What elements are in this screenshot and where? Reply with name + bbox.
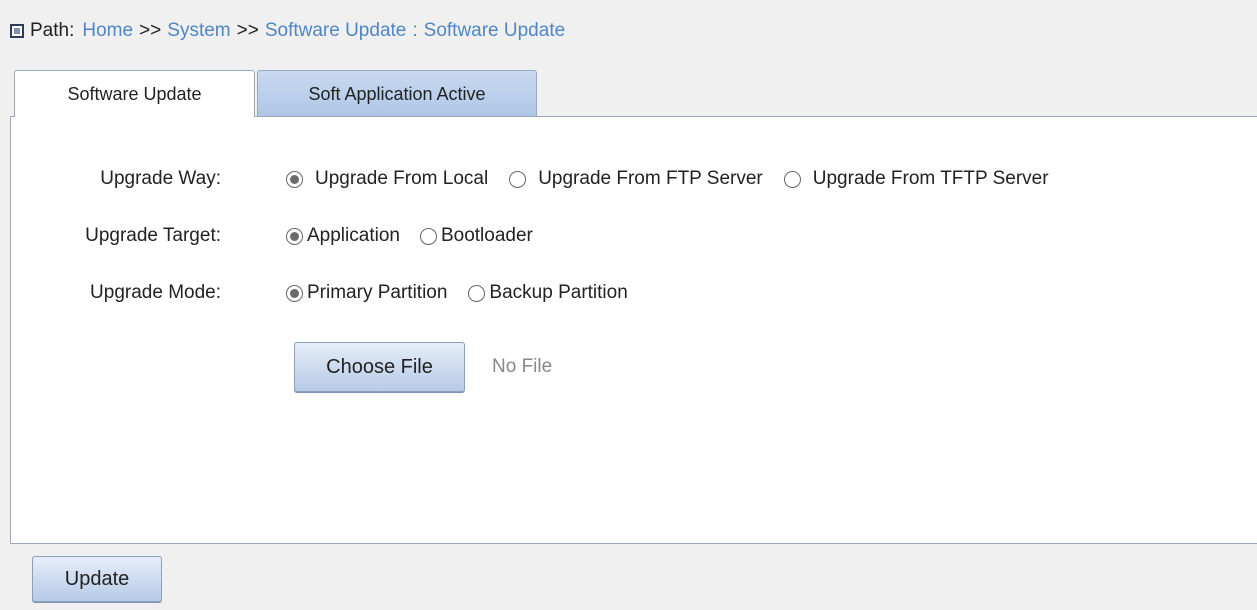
choose-file-button[interactable]: Choose File	[294, 342, 465, 392]
file-status-text: No File	[492, 356, 553, 377]
breadcrumb: Path: Home >> System >> Software Update …	[10, 20, 565, 42]
bootloader-radio[interactable]	[419, 227, 437, 245]
tab-soft-application-active[interactable]: Soft Application Active	[257, 70, 537, 117]
breadcrumb-current-page[interactable]: Software Update	[424, 20, 566, 42]
upgrade-from-ftp-label: Upgrade From FTP Server	[538, 168, 763, 189]
upgrade-target-options: Application Bootloader	[286, 225, 533, 247]
upgrade-mode-options: Primary Partition Backup Partition	[286, 282, 628, 304]
upgrade-from-tftp-radio[interactable]	[783, 170, 801, 188]
tab-software-update[interactable]: Software Update	[14, 70, 255, 117]
breadcrumb-separator: >>	[139, 20, 162, 41]
primary-partition-option[interactable]: Primary Partition	[286, 282, 447, 304]
breadcrumb-label: Path:	[30, 20, 75, 41]
tab-bar: Software Update Soft Application Active	[14, 70, 537, 117]
breadcrumb-system-link[interactable]: System	[167, 20, 230, 42]
upgrade-from-tftp-label: Upgrade From TFTP Server	[812, 168, 1049, 189]
upgrade-target-label: Upgrade Target:	[85, 225, 221, 246]
upgrade-from-local-label: Upgrade From Local	[315, 168, 489, 189]
upgrade-from-ftp-option[interactable]: Upgrade From FTP Server	[509, 168, 763, 190]
upgrade-way-options: Upgrade From Local Upgrade From FTP Serv…	[286, 168, 1049, 190]
upgrade-way-label: Upgrade Way:	[100, 168, 221, 189]
upgrade-mode-label: Upgrade Mode:	[90, 282, 221, 303]
application-option[interactable]: Application	[286, 225, 400, 247]
breadcrumb-colon: :	[412, 20, 418, 41]
upgrade-from-tftp-option[interactable]: Upgrade From TFTP Server	[783, 168, 1049, 190]
breadcrumb-separator: >>	[236, 20, 259, 41]
path-square-icon	[10, 24, 24, 38]
application-label: Application	[307, 225, 400, 246]
breadcrumb-home-link[interactable]: Home	[82, 20, 133, 42]
backup-partition-option[interactable]: Backup Partition	[468, 282, 628, 304]
breadcrumb-software-update-link[interactable]: Software Update	[265, 20, 407, 42]
software-update-panel: Upgrade Way: Upgrade From Local Upgrade …	[10, 116, 1257, 544]
upgrade-from-local-radio[interactable]	[286, 170, 303, 188]
upgrade-from-ftp-radio[interactable]	[509, 170, 527, 188]
bootloader-option[interactable]: Bootloader	[419, 225, 533, 247]
primary-partition-radio[interactable]	[286, 284, 303, 302]
upgrade-from-local-option[interactable]: Upgrade From Local	[286, 168, 488, 190]
update-button[interactable]: Update	[32, 556, 162, 602]
backup-partition-label: Backup Partition	[489, 282, 628, 303]
bootloader-label: Bootloader	[440, 225, 533, 246]
backup-partition-radio[interactable]	[468, 284, 486, 302]
primary-partition-label: Primary Partition	[307, 282, 448, 303]
application-radio[interactable]	[286, 227, 303, 245]
